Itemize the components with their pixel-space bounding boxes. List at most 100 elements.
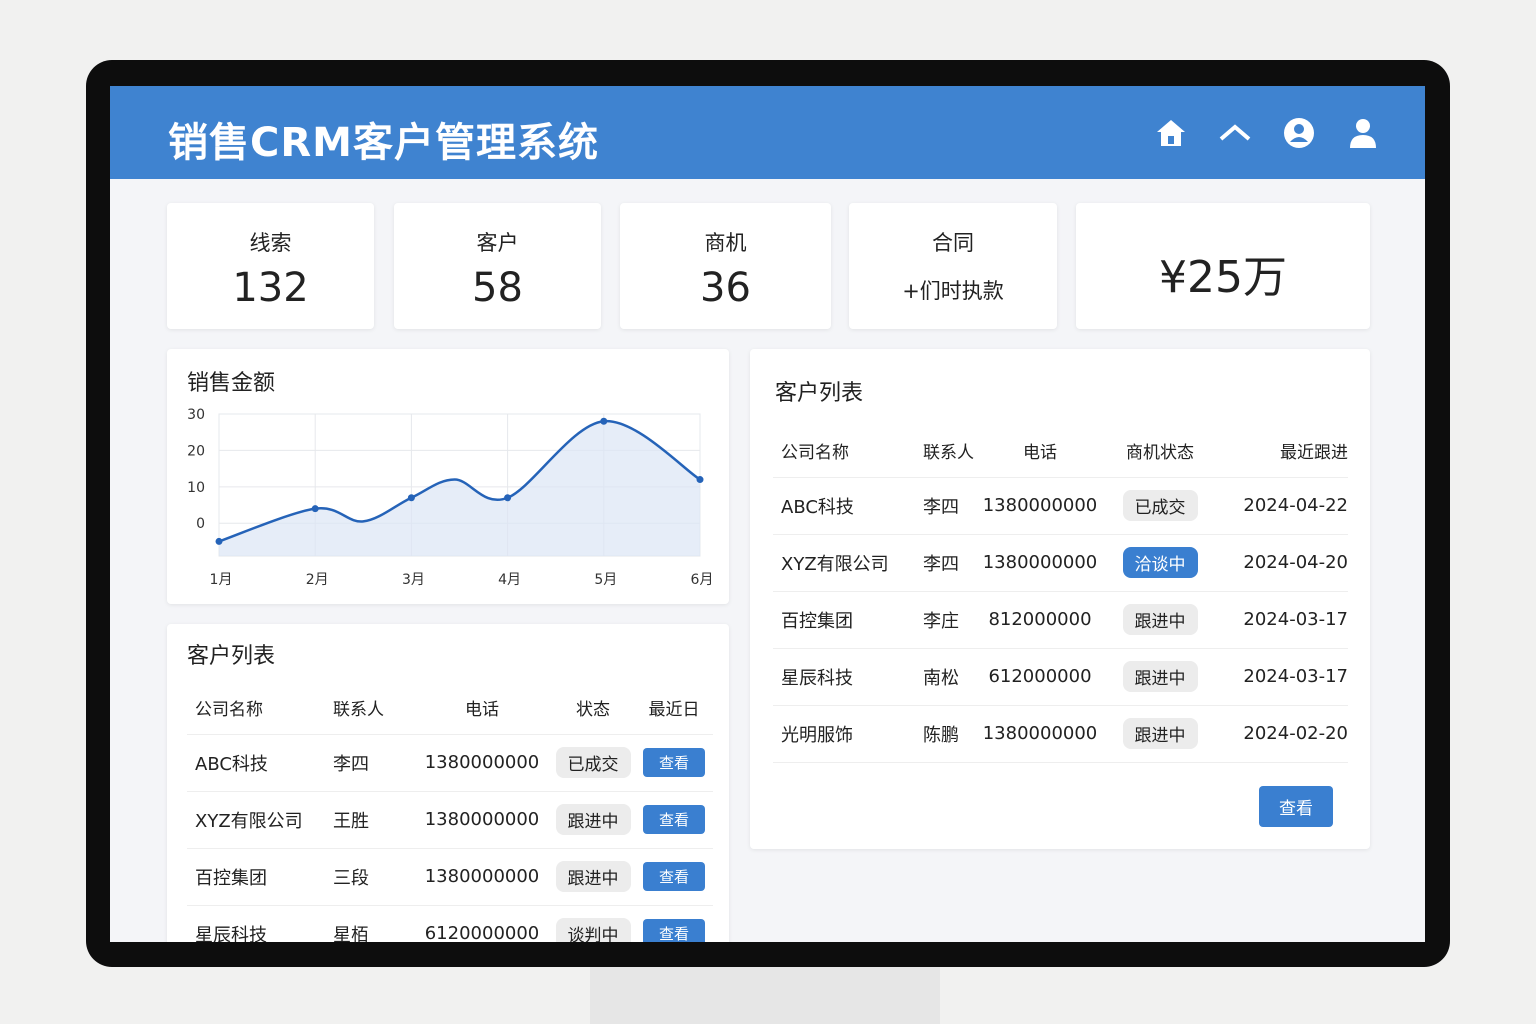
view-button[interactable]: 查看 <box>642 748 705 777</box>
status-badge: 跟进中 <box>1122 718 1198 749</box>
screen: 销售CRM客户管理系统 线索 132 客户 58 商机 36 合同 +们时执款 ¥25万… <box>110 86 1425 942</box>
table-row[interactable]: ABC科技 李四 1380000000 已成交 查看 <box>187 734 713 792</box>
y-tick-label: 0 <box>196 516 205 532</box>
customer-list-card-left: 客户列表 公司名称 联系人 电话 状态 最近日 ABC科技 李四 138000000… <box>167 624 729 942</box>
x-tick-label: 5月 <box>594 572 617 588</box>
table-cell: 李四 <box>923 534 975 592</box>
col-header: 电话 <box>413 682 551 735</box>
status-badge: 洽谈中 <box>1122 547 1198 578</box>
table-cell: 2024-02-20 <box>1215 705 1348 763</box>
stat-card-customers[interactable]: 客户 58 <box>394 203 601 329</box>
table-cell: 612000000 <box>975 648 1105 706</box>
table-cell: 2024-03-17 <box>1215 591 1348 649</box>
x-tick-label: 6月 <box>691 572 714 588</box>
status-badge: 已成交 <box>555 747 631 778</box>
col-header: 公司名称 <box>773 425 923 478</box>
table-cell: 查看 <box>635 734 713 792</box>
stat-card-opportunities[interactable]: 商机 36 <box>620 203 831 329</box>
table-cell: 查看 <box>635 905 713 942</box>
table-cell: XYZ有限公司 <box>187 791 333 849</box>
table-row[interactable]: 星辰科技 南松 612000000 跟进中 2024-03-17 <box>773 648 1348 706</box>
y-tick-label: 30 <box>187 407 205 423</box>
table-cell: XYZ有限公司 <box>773 534 923 592</box>
table-cell: 洽谈中 <box>1105 534 1215 592</box>
table-cell: 已成交 <box>1105 477 1215 535</box>
view-button[interactable]: 查看 <box>642 805 705 834</box>
view-button[interactable]: 查看 <box>642 919 705 942</box>
col-header: 公司名称 <box>187 682 333 735</box>
table-cell: ABC科技 <box>773 477 923 535</box>
stat-value: 36 <box>700 265 751 311</box>
table-cell: 李四 <box>923 477 975 535</box>
stat-card-revenue[interactable]: ¥25万 <box>1076 203 1370 329</box>
data-point[interactable] <box>407 494 415 502</box>
stat-card-leads[interactable]: 线索 132 <box>167 203 374 329</box>
table-cell: 1380000000 <box>975 534 1105 592</box>
customer-list-card-right: 客户列表 公司名称 联系人 电话 商机状态 最近跟进 ABC科技 李四 138000… <box>750 349 1370 849</box>
col-header: 商机状态 <box>1105 425 1215 478</box>
table-cell: 1380000000 <box>975 477 1105 535</box>
col-header: 最近跟进 <box>1215 425 1348 478</box>
view-button[interactable]: 查看 <box>642 862 705 891</box>
table-row[interactable]: XYZ有限公司 王胜 1380000000 跟进中 查看 <box>187 791 713 849</box>
stat-label: 客户 <box>476 231 519 255</box>
table-cell: 1380000000 <box>413 734 551 792</box>
account-circle-icon[interactable] <box>1282 116 1316 150</box>
data-point[interactable] <box>696 476 704 484</box>
app-header: 销售CRM客户管理系统 <box>110 86 1425 179</box>
chevron-up-icon[interactable] <box>1218 116 1252 150</box>
stat-value: +们时执款 <box>902 279 1004 303</box>
table-cell: 三段 <box>333 848 413 906</box>
status-badge: 跟进中 <box>555 804 631 835</box>
area-fill <box>219 421 700 556</box>
data-point[interactable] <box>311 505 319 513</box>
table-cell: 查看 <box>635 791 713 849</box>
table-cell: 李庄 <box>923 591 975 649</box>
table-row[interactable]: XYZ有限公司 李四 1380000000 洽谈中 2024-04-20 <box>773 534 1348 592</box>
table-cell: 2024-04-22 <box>1215 477 1348 535</box>
table-cell: 6120000000 <box>413 905 551 942</box>
data-point[interactable] <box>504 494 512 502</box>
view-button[interactable]: 查看 <box>1259 786 1333 827</box>
table-cell: 李四 <box>333 734 413 792</box>
home-icon[interactable] <box>1154 116 1188 150</box>
stat-label: 合同 <box>932 231 974 255</box>
table-row[interactable]: 光明服饰 陈鹏 1380000000 跟进中 2024-02-20 <box>773 705 1348 763</box>
table-cell: 星栢 <box>333 905 413 942</box>
table-cell: 1380000000 <box>975 705 1105 763</box>
table-header-row: 公司名称 联系人 电话 状态 最近日 <box>187 682 713 735</box>
sales-chart-card: 销售金额 30 20 10 0 1月 2月 3月 4月 5月 6月 <box>167 349 729 604</box>
stat-label: 线索 <box>249 231 292 255</box>
table-title: 客户列表 <box>187 644 276 669</box>
table-row[interactable]: 星辰科技 星栢 6120000000 谈判中 查看 <box>187 905 713 942</box>
table-row[interactable]: 百控集团 三段 1380000000 跟进中 查看 <box>187 848 713 906</box>
table-cell: 星辰科技 <box>187 905 333 942</box>
status-badge: 跟进中 <box>1122 604 1198 635</box>
y-tick-label: 10 <box>187 480 205 496</box>
x-tick-label: 3月 <box>402 572 425 588</box>
table-cell: 2024-04-20 <box>1215 534 1348 592</box>
x-tick-label: 2月 <box>306 572 329 588</box>
data-point[interactable] <box>600 417 608 425</box>
table-cell: 812000000 <box>975 591 1105 649</box>
stat-value: 132 <box>232 265 309 311</box>
table-title: 客户列表 <box>775 381 864 406</box>
table-header-row: 公司名称 联系人 电话 商机状态 最近跟进 <box>773 425 1348 478</box>
user-icon[interactable] <box>1346 116 1380 150</box>
sales-line-chart: 30 20 10 0 1月 2月 3月 4月 5月 6月 <box>187 407 714 588</box>
table-cell: 跟进中 <box>1105 591 1215 649</box>
stat-value: ¥25万 <box>1159 252 1287 303</box>
table-cell: 百控集团 <box>773 591 923 649</box>
monitor-stand <box>590 960 940 1024</box>
x-tick-label: 1月 <box>210 572 233 588</box>
table-row[interactable]: 百控集团 李庄 812000000 跟进中 2024-03-17 <box>773 591 1348 649</box>
table-cell: 跟进中 <box>1105 705 1215 763</box>
table-cell: 星辰科技 <box>773 648 923 706</box>
status-badge: 跟进中 <box>1122 661 1198 692</box>
app-title: 销售CRM客户管理系统 <box>168 120 599 166</box>
stat-card-contracts[interactable]: 合同 +们时执款 <box>849 203 1057 329</box>
table-row[interactable]: ABC科技 李四 1380000000 已成交 2024-04-22 <box>773 477 1348 535</box>
table-cell: ABC科技 <box>187 734 333 792</box>
data-point[interactable] <box>215 537 223 545</box>
y-tick-label: 20 <box>187 443 205 459</box>
